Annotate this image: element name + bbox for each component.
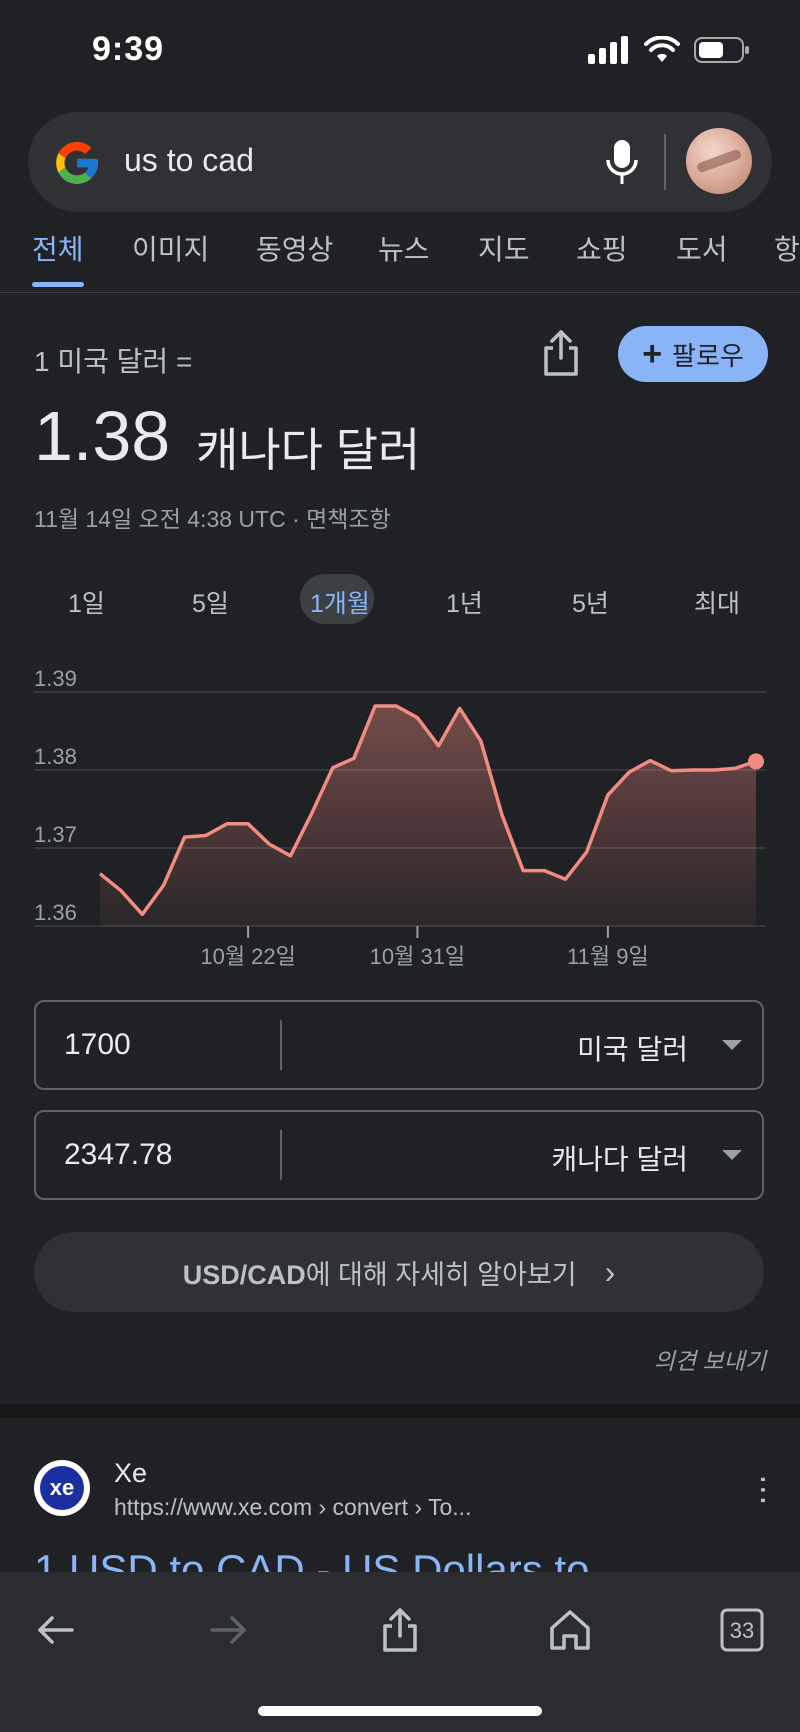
tab-count: 33 bbox=[730, 1618, 754, 1643]
x-tick-label: 10월 22일 bbox=[200, 944, 296, 969]
converter-divider bbox=[280, 1020, 282, 1070]
chart-area bbox=[100, 706, 756, 926]
result-url[interactable]: https://www.xe.com › convert › To... bbox=[114, 1494, 471, 1521]
xe-logo[interactable]: xe bbox=[34, 1460, 90, 1516]
chevron-right-icon: › bbox=[604, 1253, 616, 1290]
x-tick-label: 11월 9일 bbox=[567, 944, 649, 969]
avatar[interactable] bbox=[686, 128, 752, 194]
range-5d[interactable]: 5일 bbox=[192, 584, 229, 620]
arrow-right-icon bbox=[210, 1616, 246, 1644]
from-currency-select[interactable]: 미국 달러 bbox=[577, 1028, 688, 1068]
y-tick-label: 1.37 bbox=[34, 822, 77, 847]
follow-label: 팔로우 bbox=[672, 340, 744, 371]
result-site-name[interactable]: Xe bbox=[114, 1458, 147, 1489]
tab-books[interactable]: 도서 bbox=[676, 228, 728, 268]
search-divider bbox=[664, 134, 666, 190]
tabs-button[interactable]: 33 bbox=[712, 1600, 772, 1660]
back-button[interactable] bbox=[26, 1600, 86, 1660]
tab-maps[interactable]: 지도 bbox=[478, 228, 530, 268]
tab-images[interactable]: 이미지 bbox=[132, 228, 209, 268]
status-bar: 9:39 bbox=[0, 0, 800, 100]
range-1d[interactable]: 1일 bbox=[68, 584, 105, 620]
range-5y[interactable]: 5년 bbox=[572, 584, 609, 620]
share-button[interactable] bbox=[370, 1600, 430, 1660]
range-1m[interactable]: 1개월 bbox=[310, 584, 370, 620]
range-max[interactable]: 최대 bbox=[694, 584, 740, 620]
active-tab-indicator bbox=[32, 282, 84, 287]
feedback-link[interactable]: 의견 보내기 bbox=[654, 1342, 766, 1376]
x-tick-label: 10월 31일 bbox=[370, 944, 466, 969]
wifi-icon bbox=[644, 36, 680, 62]
browser-toolbar: 33 bbox=[0, 1572, 800, 1732]
home-button[interactable] bbox=[540, 1600, 600, 1660]
dropdown-arrow-icon[interactable] bbox=[722, 1040, 742, 1050]
converter-to-row: 2347.78 캐나다 달러 bbox=[34, 1110, 764, 1200]
chart-current-point bbox=[748, 753, 764, 770]
share-icon bbox=[383, 1608, 417, 1652]
share-icon[interactable] bbox=[540, 328, 582, 378]
status-time: 9:39 bbox=[92, 30, 165, 68]
tab-all[interactable]: 전체 bbox=[32, 228, 84, 268]
y-tick-label: 1.38 bbox=[34, 744, 77, 769]
rate-value: 1.38 bbox=[34, 397, 171, 475]
tab-videos[interactable]: 동영상 bbox=[256, 228, 333, 268]
tab-flights[interactable]: 항 bbox=[774, 228, 800, 268]
converter-from-row: 1700 미국 달러 bbox=[34, 1000, 764, 1090]
dropdown-arrow-icon[interactable] bbox=[722, 1150, 742, 1160]
follow-button[interactable]: + 팔로우 bbox=[618, 326, 768, 382]
battery-icon bbox=[694, 37, 749, 63]
range-1y[interactable]: 1년 bbox=[446, 584, 483, 620]
search-tabs: 전체 이미지 동영상 뉴스 지도 쇼핑 도서 항 bbox=[0, 224, 800, 293]
home-indicator bbox=[258, 1706, 542, 1716]
tab-shopping[interactable]: 쇼핑 bbox=[576, 228, 628, 268]
cellular-signal-icon bbox=[588, 36, 628, 64]
microphone-icon[interactable] bbox=[602, 138, 642, 186]
rate-timestamp: 11월 14일 오전 4:38 UTC · 면책조항 bbox=[34, 506, 391, 532]
forward-button[interactable] bbox=[198, 1600, 258, 1660]
converter-divider bbox=[280, 1130, 282, 1180]
section-divider bbox=[0, 1404, 800, 1418]
tabs-icon: 33 bbox=[720, 1608, 764, 1652]
y-tick-label: 1.39 bbox=[34, 666, 77, 691]
learn-more-button[interactable]: USD/CAD에 대해 자세히 알아보기 › bbox=[34, 1232, 764, 1312]
tab-news[interactable]: 뉴스 bbox=[378, 228, 430, 268]
learn-more-label: USD/CAD에 대해 자세히 알아보기 bbox=[182, 1259, 577, 1290]
exchange-rate-chart[interactable]: 1.39 1.38 1.37 1.36 10월 22일 10월 31일 11월 9일 bbox=[0, 660, 800, 980]
rate-unit: 캐나다 달러 bbox=[196, 424, 421, 476]
more-options-icon[interactable]: ⋯ bbox=[746, 1474, 782, 1502]
y-tick-label: 1.36 bbox=[34, 900, 77, 925]
to-amount-input[interactable]: 2347.78 bbox=[64, 1138, 172, 1172]
from-amount-input[interactable]: 1700 bbox=[64, 1028, 131, 1062]
google-logo-icon bbox=[56, 142, 98, 184]
plus-icon: + bbox=[642, 335, 663, 373]
arrow-left-icon bbox=[38, 1616, 74, 1644]
search-input[interactable]: us to cad bbox=[124, 142, 254, 179]
search-bar[interactable]: us to cad bbox=[28, 112, 772, 212]
status-icons bbox=[588, 36, 750, 64]
to-currency-select[interactable]: 캐나다 달러 bbox=[551, 1138, 688, 1178]
rate-from-label: 1 미국 달러 = bbox=[34, 346, 193, 377]
home-icon bbox=[550, 1610, 590, 1650]
